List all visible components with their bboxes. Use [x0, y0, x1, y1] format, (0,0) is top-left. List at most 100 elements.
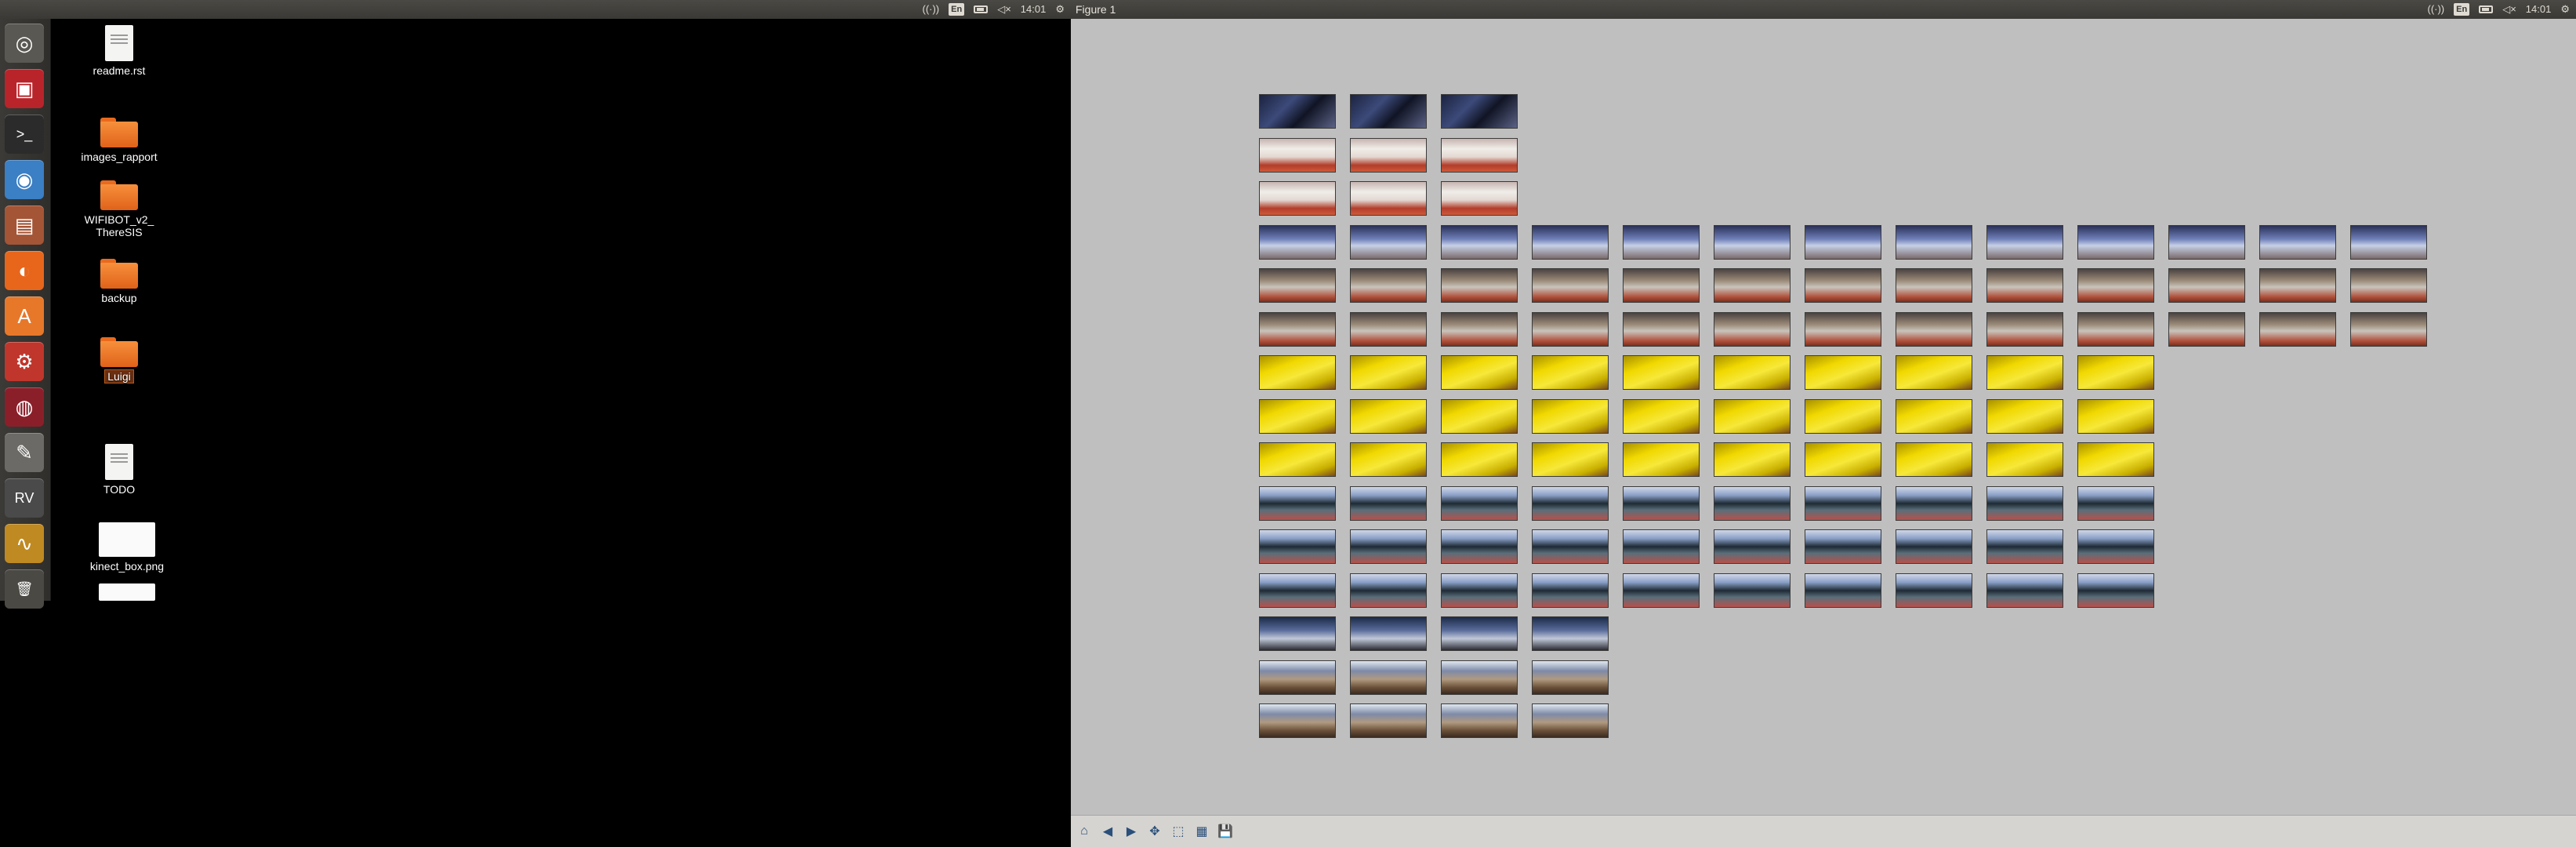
desktop-icon-label: readme.rst — [93, 64, 146, 77]
app-dark-button[interactable]: ◍ — [5, 387, 44, 427]
image-thumbnail — [1532, 660, 1609, 695]
clock[interactable]: 14:01 — [1021, 0, 1047, 19]
image-thumbnail — [1259, 225, 1336, 260]
image-thumbnail — [1441, 442, 1518, 477]
image-thumbnail — [1714, 486, 1791, 521]
keyboard-layout-indicator[interactable]: En — [949, 3, 965, 16]
trash-button[interactable]: 🗑 — [5, 569, 44, 609]
image-thumbnail — [1441, 355, 1518, 390]
wifi-icon[interactable]: ((·)) — [922, 0, 939, 19]
image-thumbnail — [1623, 529, 1700, 564]
image-thumbnail — [1350, 268, 1427, 303]
configure-subplots-button[interactable]: ▦ — [1192, 821, 1212, 842]
battery-icon[interactable] — [2479, 5, 2494, 13]
gear-icon[interactable]: ⚙ — [2560, 0, 2570, 19]
save-button[interactable]: 💾 — [1215, 821, 1235, 842]
gear-icon[interactable]: ⚙ — [1055, 0, 1065, 19]
back-button[interactable]: ◀ — [1098, 821, 1118, 842]
image-thumbnail — [1896, 225, 1972, 260]
dash-button[interactable]: ◎ — [5, 24, 44, 63]
image-thumbnail — [1259, 94, 1336, 129]
pan-button[interactable]: ✥ — [1145, 821, 1165, 842]
window-title: Figure 1 — [1076, 3, 1116, 16]
todo-file-icon[interactable]: TODO — [72, 444, 166, 496]
figure-window: ⌂ ◀ ▶ ✥ ⬚ ▦ 💾 — [1071, 19, 2576, 847]
volume-icon[interactable]: ◁× — [997, 0, 1011, 19]
image-thumbnail — [1986, 486, 2063, 521]
image-thumbnail — [2077, 355, 2154, 390]
firefox-icon: ◐ — [18, 258, 31, 282]
keyboard-layout-indicator[interactable]: En — [2454, 3, 2470, 16]
image-thumbnail — [1714, 399, 1791, 434]
files-button[interactable]: ▤ — [5, 205, 44, 245]
chromium-button[interactable]: ◉ — [5, 160, 44, 199]
terminal-button[interactable]: >_ — [5, 115, 44, 154]
clock[interactable]: 14:01 — [2526, 0, 2552, 19]
image-thumbnail — [1623, 486, 1700, 521]
image-thumbnail — [1350, 573, 1427, 608]
image-thumbnail — [1623, 268, 1700, 303]
image-thumbnail — [1714, 268, 1791, 303]
image-thumbnail — [1532, 573, 1609, 608]
indicator-area: ((·)) En ◁× 14:01 ⚙ — [922, 0, 1065, 19]
firefox-button[interactable]: ◐ — [5, 251, 44, 290]
image-thumbnail — [1441, 616, 1518, 651]
image-thumbnail — [1259, 312, 1336, 347]
text-editor-button[interactable]: ✎ — [5, 433, 44, 472]
image-thumbnail — [1986, 355, 2063, 390]
images-rapport-folder-icon[interactable]: images_rapport — [72, 118, 166, 163]
scope-button[interactable]: ∿ — [5, 524, 44, 563]
image-thumbnail — [1350, 660, 1427, 695]
image-thumbnail — [1441, 268, 1518, 303]
back-icon: ◀ — [1102, 825, 1113, 838]
image-thumbnail — [1350, 181, 1427, 216]
system-settings-button[interactable]: ⚙ — [5, 342, 44, 381]
image-thumbnail — [1259, 138, 1336, 173]
image-thumbnail — [2168, 268, 2245, 303]
image-thumbnail — [2259, 268, 2336, 303]
top-panel-left: ((·)) En ◁× 14:01 ⚙ — [0, 0, 1071, 19]
image-thumbnail — [1259, 355, 1336, 390]
top-panel-right: Figure 1 ((·)) En ◁× 14:01 ⚙ — [1071, 0, 2576, 19]
desktop-icon-label: images_rapport — [81, 151, 158, 163]
battery-icon[interactable] — [974, 5, 989, 13]
image-thumbnail — [2077, 399, 2154, 434]
desktop-icon-label: kinect_box.png — [89, 560, 165, 573]
software-center-button[interactable]: A — [5, 296, 44, 336]
volume-icon[interactable]: ◁× — [2502, 0, 2516, 19]
readme-file-icon[interactable]: readme.rst — [72, 25, 166, 77]
wifi-icon[interactable]: ((·)) — [2427, 0, 2444, 19]
image-thumbnail — [1805, 355, 1881, 390]
image-thumbnail — [1532, 486, 1609, 521]
image-thumbnail — [1441, 94, 1518, 129]
image-thumbnail — [1441, 529, 1518, 564]
image-thumbnail — [1532, 616, 1609, 651]
zoom-button[interactable]: ⬚ — [1168, 821, 1188, 842]
backup-folder-icon[interactable]: backup — [72, 259, 166, 304]
image-thumbnail — [1259, 486, 1336, 521]
image-thumbnail — [2077, 573, 2154, 608]
rviz-button[interactable]: RV — [5, 478, 44, 518]
home-icon: ⌂ — [1080, 824, 1088, 838]
figure-toolbar: ⌂ ◀ ▶ ✥ ⬚ ▦ 💾 — [1071, 815, 2576, 847]
wifibot-folder-icon[interactable]: WIFIBOT_v2_ ThereSIS — [72, 180, 166, 238]
image-thumbnail — [1896, 312, 1972, 347]
image-file-icon[interactable] — [80, 583, 174, 601]
terminal-icon: >_ — [16, 125, 33, 142]
app-red-button[interactable]: ▣ — [5, 69, 44, 108]
luigi-folder-icon[interactable]: Luigi — [72, 337, 166, 384]
image-thumbnail — [1623, 399, 1700, 434]
image-thumbnail — [1441, 225, 1518, 260]
image-thumbnail — [1714, 225, 1791, 260]
home-button[interactable]: ⌂ — [1074, 821, 1094, 842]
image-thumbnail — [1896, 573, 1972, 608]
image-thumbnail — [1259, 399, 1336, 434]
image-thumbnail — [1986, 442, 2063, 477]
forward-button[interactable]: ▶ — [1121, 821, 1141, 842]
pan-icon: ✥ — [1149, 825, 1160, 838]
image-thumbnail — [1714, 529, 1791, 564]
image-thumbnail — [1623, 442, 1700, 477]
kinect-box-file-icon[interactable]: kinect_box.png — [80, 522, 174, 573]
image-thumbnail — [1259, 268, 1336, 303]
image-thumbnail — [1350, 442, 1427, 477]
